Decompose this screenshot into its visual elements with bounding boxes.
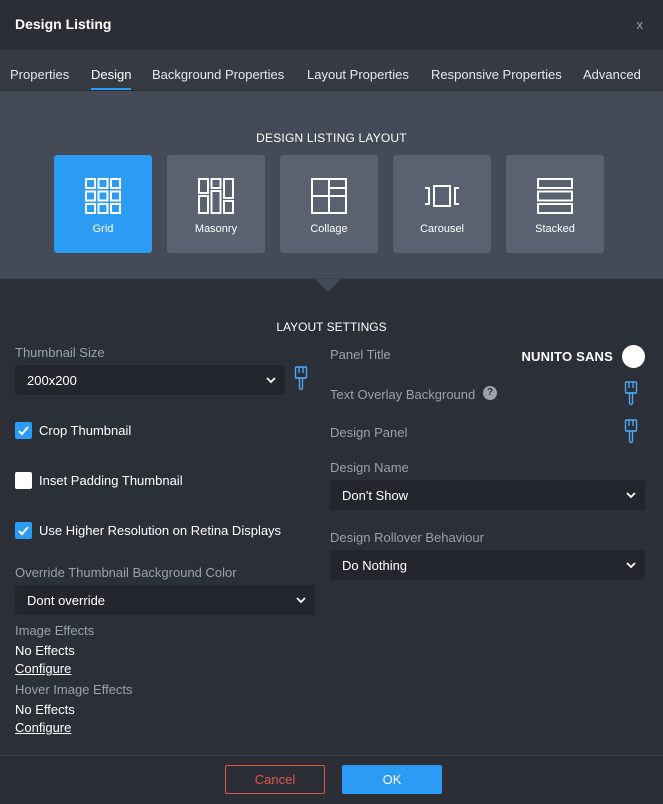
- thumbnail-size-select[interactable]: 200x200: [15, 365, 285, 395]
- masonry-icon: [198, 178, 234, 214]
- rollover-label: Design Rollover Behaviour: [330, 530, 484, 545]
- tab-background-properties[interactable]: Background Properties: [152, 67, 284, 82]
- layout-option-masonry[interactable]: Masonry: [167, 155, 265, 253]
- dialog-title: Design Listing: [15, 16, 112, 32]
- layout-heading: DESIGN LISTING LAYOUT: [256, 131, 407, 145]
- retina-checkbox[interactable]: [15, 522, 32, 539]
- layout-option-collage[interactable]: Collage: [280, 155, 378, 253]
- dialog-titlebar: Design Listing x: [0, 0, 663, 50]
- override-bg-label: Override Thumbnail Background Color: [15, 565, 237, 580]
- chevron-down-icon: [266, 377, 276, 384]
- panel-title-color-swatch[interactable]: [622, 345, 645, 368]
- brush-icon[interactable]: [624, 419, 638, 445]
- image-effects-value: No Effects: [15, 643, 75, 658]
- chevron-down-icon: [626, 492, 636, 499]
- hover-effects-value: No Effects: [15, 702, 75, 717]
- text-overlay-label: Text Overlay Background: [330, 387, 476, 402]
- rollover-select[interactable]: Do Nothing: [330, 550, 645, 580]
- retina-label[interactable]: Use Higher Resolution on Retina Displays: [39, 523, 281, 538]
- collage-icon: [311, 178, 347, 214]
- chevron-down-icon: [296, 597, 306, 604]
- grid-icon: [85, 178, 121, 214]
- layout-option-stacked[interactable]: Stacked: [506, 155, 604, 253]
- panel-title-label: Panel Title: [330, 347, 391, 362]
- override-bg-select[interactable]: Dont override: [15, 585, 315, 615]
- hover-effects-configure-link[interactable]: Configure: [15, 720, 71, 735]
- crop-thumbnail-checkbox[interactable]: [15, 422, 32, 439]
- close-icon[interactable]: x: [637, 17, 644, 32]
- layout-option-label: Grid: [92, 223, 114, 235]
- chevron-down-icon: [626, 562, 636, 569]
- tab-design[interactable]: Design: [91, 67, 132, 90]
- settings-heading: LAYOUT SETTINGS: [276, 320, 387, 334]
- tab-responsive-properties[interactable]: Responsive Properties: [431, 67, 562, 82]
- ok-button[interactable]: OK: [342, 765, 442, 794]
- brush-icon[interactable]: [294, 366, 308, 392]
- tab-properties[interactable]: Properties: [10, 67, 69, 82]
- design-name-select[interactable]: Don't Show: [330, 480, 645, 510]
- image-effects-configure-link[interactable]: Configure: [15, 661, 71, 676]
- thumbnail-size-label: Thumbnail Size: [15, 345, 105, 360]
- layout-option-label: Collage: [310, 223, 348, 235]
- crop-thumbnail-label[interactable]: Crop Thumbnail: [39, 423, 131, 438]
- tab-bar: Properties Design Background Properties …: [0, 50, 663, 91]
- cancel-button[interactable]: Cancel: [225, 765, 325, 794]
- image-effects-label: Image Effects: [15, 623, 95, 638]
- design-name-label: Design Name: [330, 460, 409, 475]
- layout-option-label: Masonry: [194, 223, 238, 235]
- layout-option-label: Carousel: [419, 223, 465, 235]
- tab-advanced[interactable]: Advanced: [583, 67, 641, 82]
- override-bg-value: Dont override: [27, 593, 106, 608]
- layout-option-carousel[interactable]: Carousel: [393, 155, 491, 253]
- help-icon[interactable]: ?: [483, 386, 497, 400]
- panel-title-font[interactable]: NUNITO SANS: [521, 349, 613, 364]
- carousel-icon: [425, 185, 459, 207]
- rollover-value: Do Nothing: [342, 558, 408, 573]
- design-name-value: Don't Show: [342, 488, 409, 503]
- stacked-icon: [537, 178, 573, 214]
- brush-icon[interactable]: [624, 381, 638, 407]
- inset-padding-label[interactable]: Inset Padding Thumbnail: [39, 473, 183, 488]
- layout-option-grid[interactable]: Grid: [54, 155, 152, 253]
- design-panel-label: Design Panel: [330, 425, 408, 440]
- inset-padding-checkbox[interactable]: [15, 472, 32, 489]
- tab-layout-properties[interactable]: Layout Properties: [307, 67, 409, 82]
- dialog-footer: Cancel OK: [0, 755, 663, 804]
- checkmark-icon: [18, 426, 29, 436]
- checkmark-icon: [18, 526, 29, 536]
- selection-pointer: [315, 279, 341, 292]
- layout-option-label: Stacked: [535, 223, 575, 235]
- hover-effects-label: Hover Image Effects: [15, 682, 133, 697]
- layout-section: DESIGN LISTING LAYOUT Grid Masonry Colla…: [0, 91, 663, 279]
- thumbnail-size-value: 200x200: [27, 373, 77, 388]
